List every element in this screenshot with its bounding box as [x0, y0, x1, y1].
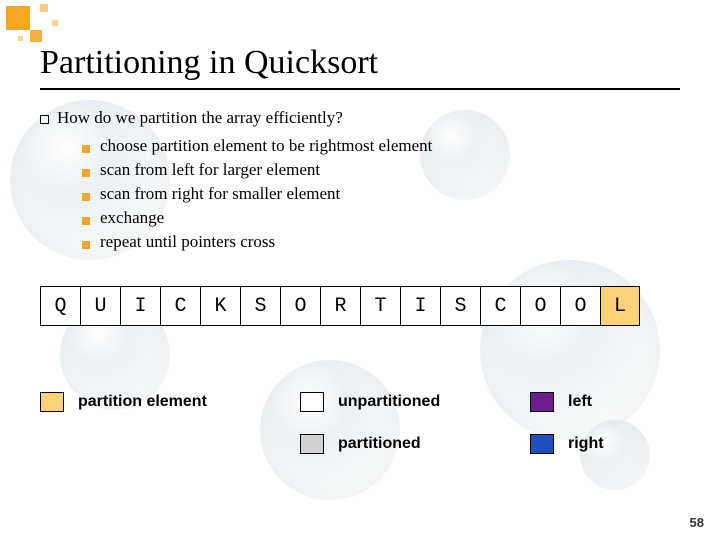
array-cell: I: [120, 286, 160, 326]
square-bullet-icon: [82, 169, 90, 177]
square-bullet-icon: [82, 193, 90, 201]
lead-line: How do we partition the array efficientl…: [40, 108, 680, 128]
array-cell: O: [280, 286, 320, 326]
array-cell: O: [560, 286, 600, 326]
hollow-square-bullet: [40, 115, 49, 124]
legend-label: partitioned: [338, 435, 421, 453]
array-cell: I: [400, 286, 440, 326]
legend-label: left: [568, 393, 592, 411]
swatch-left: [530, 392, 554, 412]
array-cell: O: [520, 286, 560, 326]
square-bullet-icon: [82, 217, 90, 225]
legend: partition element unpartitioned left par…: [40, 392, 680, 454]
array-cell: S: [240, 286, 280, 326]
array-cell: C: [160, 286, 200, 326]
bullet-text: exchange: [100, 208, 164, 228]
title-rule: [40, 88, 680, 90]
lead-text: How do we partition the array efficientl…: [57, 108, 343, 128]
array-cell: T: [360, 286, 400, 326]
square-bullet-icon: [82, 145, 90, 153]
array-cell-partition: L: [600, 286, 640, 326]
legend-label: right: [568, 435, 604, 453]
legend-label: partition element: [78, 393, 207, 411]
array-cell: Q: [40, 286, 80, 326]
page-title: Partitioning in Quicksort: [40, 44, 680, 82]
bullet-list: choose partition element to be rightmost…: [40, 136, 680, 252]
array-cell: K: [200, 286, 240, 326]
bullet-text: choose partition element to be rightmost…: [100, 136, 432, 156]
bullet-text: scan from left for larger element: [100, 160, 320, 180]
array-cell: U: [80, 286, 120, 326]
swatch-unpartitioned: [300, 392, 324, 412]
swatch-right: [530, 434, 554, 454]
page-number: 58: [690, 515, 704, 530]
bullet-text: repeat until pointers cross: [100, 232, 275, 252]
array-cells: Q U I C K S O R T I S C O O L: [40, 286, 680, 326]
array-cell: S: [440, 286, 480, 326]
swatch-partitioned: [300, 434, 324, 454]
legend-label: unpartitioned: [338, 393, 440, 411]
square-bullet-icon: [82, 241, 90, 249]
swatch-partition-element: [40, 392, 64, 412]
bullet-text: scan from right for smaller element: [100, 184, 340, 204]
array-cell: C: [480, 286, 520, 326]
array-cell: R: [320, 286, 360, 326]
